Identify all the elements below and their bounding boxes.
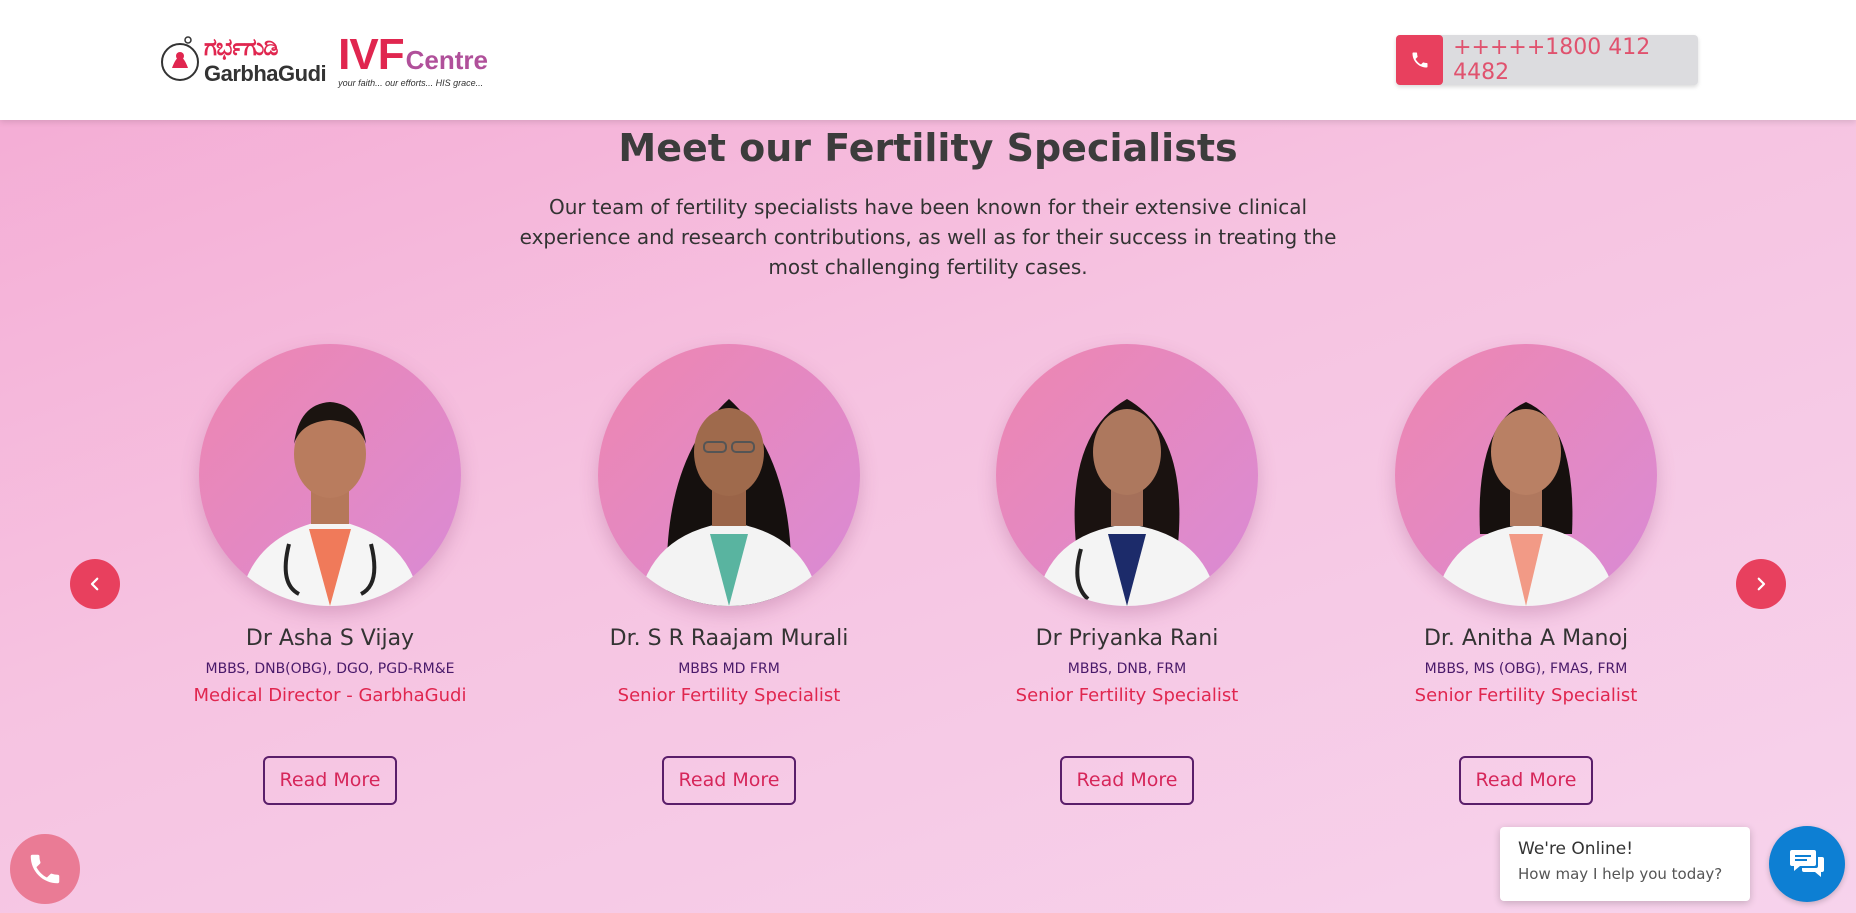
chat-launcher-button[interactable] [1769,826,1845,902]
phone-icon [1396,35,1444,85]
chat-title: We're Online! [1518,839,1634,859]
logo-kannada-text: ಗರ್ಭಗುಡಿ [204,33,279,61]
chat-subtitle: How may I help you today? [1518,865,1723,883]
doctor-photo [199,344,461,606]
logo-tagline: your faith... our efforts... HIS grace..… [338,77,484,88]
read-more-button[interactable]: Read More [662,756,796,805]
header-phone-number[interactable]: +++++1800 412 4482 [1453,35,1698,85]
carousel-next-button[interactable] [1736,559,1786,609]
garbhagudi-logo[interactable]: ಗರ್ಭಗುಡಿ GarbhaGudi IVF Centre your fait… [160,24,488,96]
doctor-role: Senior Fertility Specialist [1414,685,1638,706]
doctor-name: Dr Asha S Vijay [245,626,415,651]
doctor-photo [598,344,860,606]
doctor-card: Dr. S R Raajam Murali MBBS MD FRM Senior… [549,344,909,805]
header-phone-button[interactable]: +++++1800 412 4482 [1396,35,1698,85]
logo-centre-text: Centre [405,44,488,75]
doctor-card: Dr. Anitha A Manoj MBBS, MS (OBG), FMAS,… [1346,344,1706,805]
logo-ivf-text: IVF [338,29,404,79]
doctor-role: Medical Director - GarbhaGudi [193,685,467,706]
chevron-left-icon [90,577,99,591]
chat-greeting-bubble[interactable]: We're Online! How may I help you today? [1500,827,1750,901]
doctor-name: Dr. S R Raajam Murali [609,626,849,651]
logo-brand-name: GarbhaGudi [204,61,327,86]
section-title: Meet our Fertility Specialists [618,126,1238,170]
site-header: ಗರ್ಭಗುಡಿ GarbhaGudi IVF Centre your fait… [0,0,1856,120]
doctor-qualifications: MBBS, MS (OBG), FMAS, FRM [1424,661,1628,677]
read-more-button[interactable]: Read More [263,756,397,805]
doctor-card: Dr Asha S Vijay MBBS, DNB(OBG), DGO, PGD… [150,344,510,805]
doctor-name: Dr Priyanka Rani [1035,626,1219,651]
read-more-button[interactable]: Read More [1060,756,1194,805]
carousel-prev-button[interactable] [70,559,120,609]
doctor-role: Senior Fertility Specialist [1015,685,1239,706]
doctor-qualifications: MBBS, DNB(OBG), DGO, PGD-RM&E [205,661,455,677]
doctor-qualifications: MBBS, DNB, FRM [1067,661,1187,677]
doctor-card: Dr Priyanka Rani MBBS, DNB, FRM Senior F… [947,344,1307,805]
doctor-photo [996,344,1258,606]
floating-call-button[interactable] [10,834,80,904]
logo-mark-icon [160,28,200,92]
section-intro: Our team of fertility specialists have b… [519,195,1337,279]
chat-icon [1790,850,1824,877]
doctor-qualifications: MBBS MD FRM [678,661,780,677]
doctor-name: Dr. Anitha A Manoj [1423,626,1629,651]
doctor-photo [1395,344,1657,606]
doctor-role: Senior Fertility Specialist [617,685,841,706]
read-more-button[interactable]: Read More [1459,756,1593,805]
chevron-right-icon [1757,577,1766,591]
phone-icon [30,854,60,884]
